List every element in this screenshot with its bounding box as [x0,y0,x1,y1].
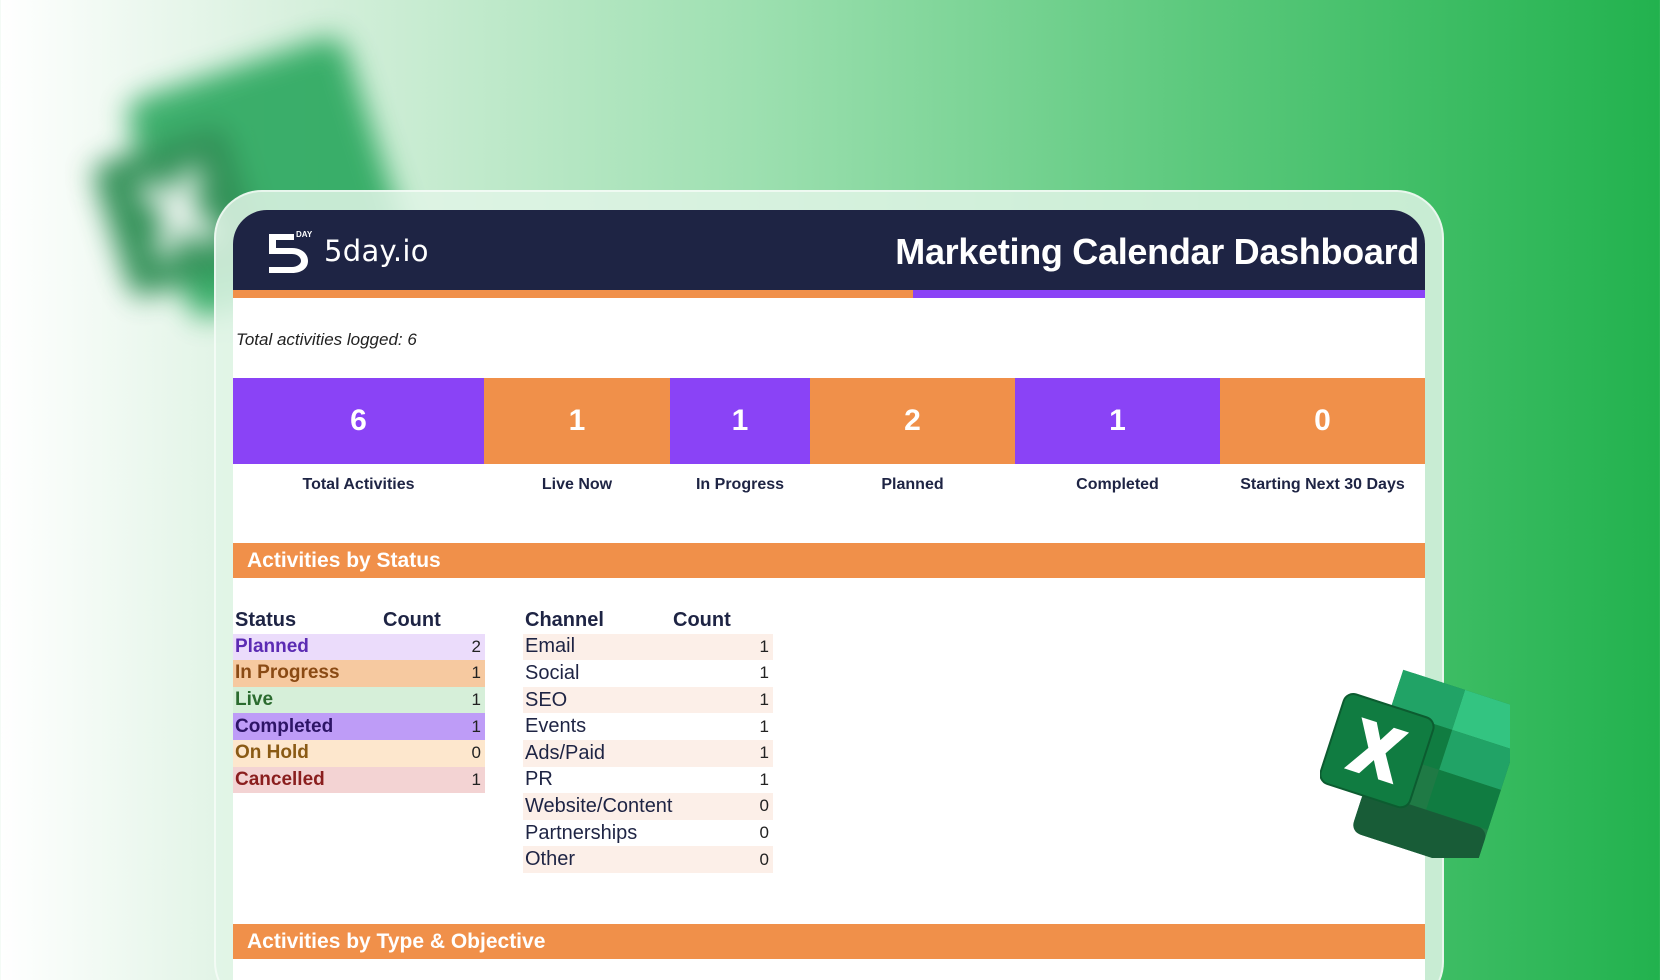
excel-logo-icon [1320,669,1510,858]
table-row[interactable]: Events 1 [523,713,773,740]
status-column-header: Status [235,608,297,631]
brand-mark-text: DAY [296,230,313,239]
count-column-header: Count [673,608,731,631]
table-row[interactable]: Planned 2 [233,633,485,661]
channel-name: Events [525,715,587,738]
channel-count: 1 [759,743,769,763]
table-row[interactable]: SEO 1 [523,686,773,714]
status-count: 1 [471,769,481,789]
table-row[interactable]: Other 0 [523,846,773,873]
kpi-completed[interactable]: 1 [1015,378,1220,464]
kpi-label-live-now: Live Now [541,476,613,493]
kpi-labels: Total Activities Live Now In Progress Pl… [233,470,1425,500]
kpi-label-planned: Planned [881,476,944,493]
channel-count: 0 [759,849,769,869]
channel-column-header: Channel [525,608,604,631]
status-table-header: Status Count [233,607,485,634]
table-row[interactable]: Website/Content 0 [523,793,773,820]
channel-name: Other [525,848,576,871]
channel-rows: Email 1 Social 1 SEO 1 Events 1 Ads/Paid 1 PR… [523,633,773,873]
kpi-label-in-progress: In Progress [695,476,785,493]
status-table: Status Count Planned 2 In Progress 1 Liv… [233,607,485,794]
channel-count: 1 [759,716,769,736]
spreadsheet-dashboard: DAY 5day.io Marketing Calendar Dashboard… [233,210,1425,980]
table-row[interactable]: Email 1 [523,633,773,661]
channel-name: Partnerships [525,821,638,844]
table-row[interactable]: Ads/Paid 1 [523,739,773,767]
status-count: 1 [471,716,481,736]
status-cancelled: Cancelled [235,768,325,790]
table-row[interactable]: On Hold 0 [233,739,485,767]
accent-bar [233,290,1425,298]
table-row[interactable]: Social 1 [523,660,773,687]
channel-count: 1 [759,690,769,710]
channel-count: 0 [759,796,769,816]
table-row[interactable]: Live 1 [233,686,485,714]
section-activities-by-type-objective: Activities by Type & Objective [233,924,1425,959]
status-planned: Planned [235,635,309,657]
channel-name: Ads/Paid [525,741,606,764]
kpi-total-activities[interactable]: 6 [233,378,484,464]
channel-table-header: Channel Count [523,607,773,634]
brand[interactable]: DAY 5day.io [266,228,429,274]
table-row[interactable]: In Progress 1 [233,660,485,687]
dashboard-title: Marketing Calendar Dashboard [895,231,1419,272]
channel-name: Website/Content [525,794,673,817]
count-column-header: Count [383,608,441,631]
status-count: 1 [471,690,481,710]
status-count: 0 [471,743,481,763]
table-row[interactable]: Cancelled 1 [233,766,485,794]
status-in-progress: In Progress [235,662,340,684]
brand-name: 5day.io [324,234,429,268]
channel-count: 1 [759,663,769,683]
total-activities-logged: Total activities logged: 6 [236,330,417,349]
5day-logo-icon: DAY [269,230,313,273]
table-row[interactable]: PR 1 [523,767,773,794]
channel-name: SEO [525,688,568,711]
kpi-label-completed: Completed [1076,476,1159,493]
status-count: 2 [471,636,481,656]
status-on-hold: On Hold [235,742,309,764]
channel-table: Channel Count Email 1 Social 1 SEO 1 Events… [523,607,773,873]
status-count: 1 [471,663,481,683]
channel-name: Email [525,635,576,658]
channel-count: 1 [759,636,769,656]
kpi-planned[interactable]: 2 [810,378,1015,464]
section-activities-by-status: Activities by Status [233,543,1425,578]
accent-bar-purple [913,290,1425,298]
table-row[interactable]: Completed 1 [233,713,485,740]
table-row[interactable]: Partnerships 0 [523,820,773,847]
kpi-row: 6 1 1 2 1 0 [233,378,1425,464]
dashboard-header: DAY 5day.io Marketing Calendar Dashboard [233,210,1425,290]
channel-name: Social [525,661,580,684]
channel-count: 0 [759,823,769,843]
kpi-live-now[interactable]: 1 [484,378,670,464]
status-live: Live [235,689,274,711]
status-completed: Completed [235,715,334,737]
channel-name: PR [525,768,553,791]
kpi-label-starting-next-30-days: Starting Next 30 Days [1240,476,1405,493]
kpi-label-total-activities: Total Activities [302,476,415,493]
channel-count: 1 [759,769,769,789]
kpi-in-progress[interactable]: 1 [670,378,810,464]
accent-bar-orange [233,290,913,298]
kpi-starting-next-30-days[interactable]: 0 [1220,378,1425,464]
